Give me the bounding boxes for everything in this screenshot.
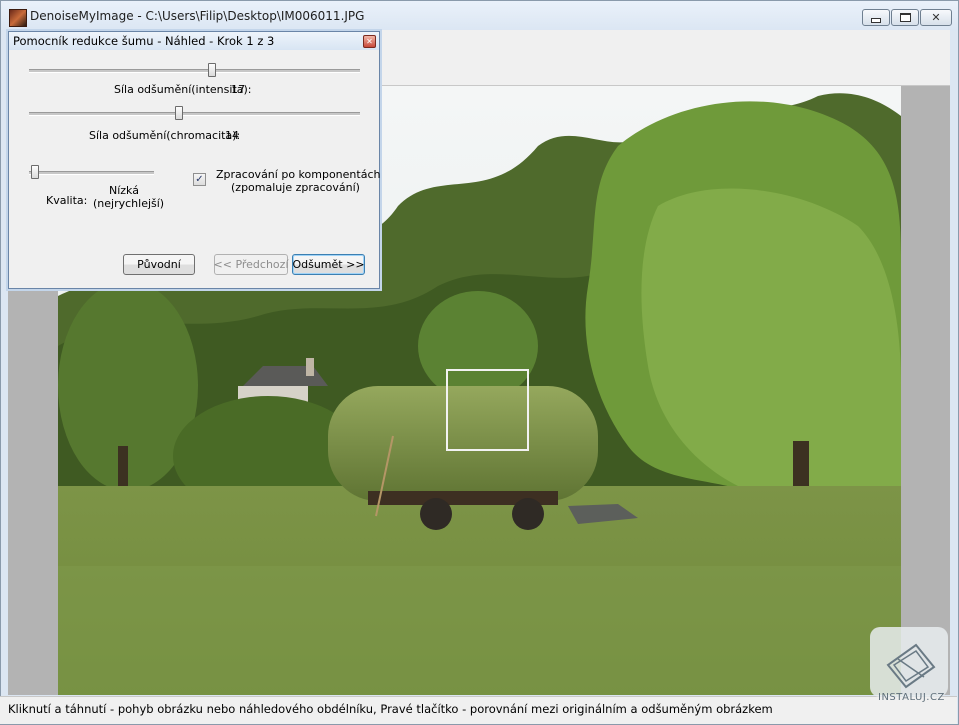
chromacity-slider-thumb[interactable] xyxy=(175,106,184,120)
quality-slider[interactable] xyxy=(29,165,154,179)
denoise-wizard-dialog: Pomocník redukce šumu - Náhled - Krok 1 … xyxy=(8,31,380,289)
intensity-slider[interactable] xyxy=(29,63,360,77)
quality-label: Kvalita: xyxy=(46,194,88,207)
chromacity-slider-track[interactable] xyxy=(29,112,360,116)
next-denoise-button[interactable]: Odšumět >> xyxy=(292,254,365,275)
intensity-slider-track[interactable] xyxy=(29,69,360,73)
dialog-title: Pomocník redukce šumu - Náhled - Krok 1 … xyxy=(13,34,275,48)
status-bar: Kliknutí a táhnutí - pohyb obrázku nebo … xyxy=(0,696,957,724)
status-text: Kliknutí a táhnutí - pohyb obrázku nebo … xyxy=(8,702,773,716)
maximize-icon xyxy=(899,13,911,22)
dialog-title-bar[interactable]: Pomocník redukce šumu - Náhled - Krok 1 … xyxy=(9,32,379,50)
close-icon: ✕ xyxy=(366,37,373,46)
quality-slider-thumb[interactable] xyxy=(31,165,39,179)
watermark-text: INSTALUJ.CZ xyxy=(878,692,945,703)
quality-slider-track[interactable] xyxy=(29,171,154,175)
maximize-button[interactable] xyxy=(891,9,919,26)
per-component-checkbox[interactable]: ✓ xyxy=(193,173,206,186)
original-button[interactable]: Původní xyxy=(123,254,195,275)
title-bar[interactable]: DenoiseMyImage - C:\Users\Filip\Desktop\… xyxy=(1,1,958,31)
intensity-value: 17 xyxy=(231,83,245,96)
close-icon: ✕ xyxy=(931,11,941,24)
quality-value-name: Nízká xyxy=(109,184,139,197)
minimize-icon xyxy=(871,18,881,23)
close-button[interactable]: ✕ xyxy=(920,9,952,26)
chromacity-value: 14 xyxy=(225,129,239,142)
per-component-label[interactable]: Zpracování po komponentách xyxy=(216,168,380,181)
checkmark-icon: ✓ xyxy=(195,173,204,185)
chromacity-slider[interactable] xyxy=(29,106,360,120)
chromacity-label: Síla odšumění(chromacita): xyxy=(89,129,241,142)
dialog-close-button[interactable]: ✕ xyxy=(363,35,376,48)
app-icon[interactable] xyxy=(9,9,27,27)
intensity-slider-thumb[interactable] xyxy=(207,63,216,77)
quality-value-desc: (nejrychlejší) xyxy=(93,197,165,210)
window-title: DenoiseMyImage - C:\Users\Filip\Desktop\… xyxy=(30,9,365,23)
minimize-button[interactable] xyxy=(862,9,890,26)
previous-button[interactable]: << Předchozí xyxy=(214,254,289,275)
per-component-note: (zpomaluje zpracování) xyxy=(231,181,360,194)
